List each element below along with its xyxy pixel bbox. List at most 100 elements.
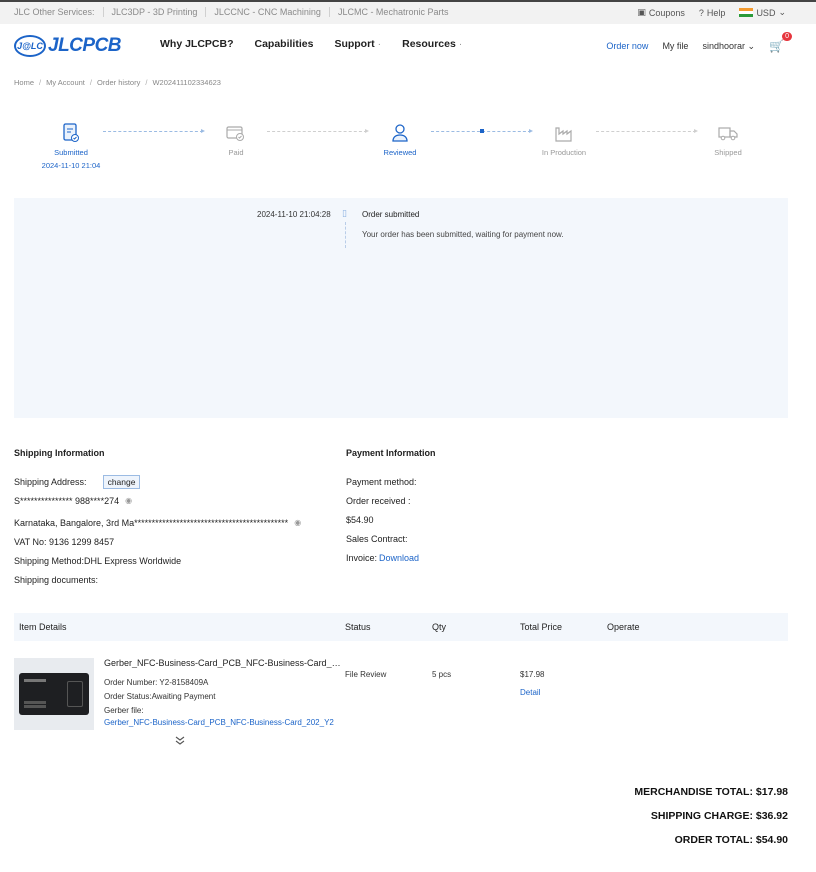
jlcpcb-logo[interactable]: J@LC JLCPCB	[14, 35, 122, 57]
breadcrumb: Home / My Account / Order history / W202411…	[14, 78, 221, 87]
item-status: File Review	[345, 670, 387, 679]
step-reviewed: Reviewed	[360, 122, 440, 157]
item-name[interactable]: Gerber_NFC-Business-Card_PCB_NFC-Busines…	[104, 658, 344, 668]
item-detail-link[interactable]: Detail	[520, 688, 540, 697]
progress-marker	[480, 129, 484, 133]
progress-connector	[596, 129, 698, 133]
merchandise-total: MERCHANDISE TOTAL: $17.98	[634, 786, 788, 798]
item-gerber-label: Gerber file:	[104, 706, 144, 715]
vat-row: VAT No: 9136 1299 8457	[14, 532, 301, 551]
item-price: $17.98	[520, 670, 545, 679]
nav-resources[interactable]: Resources	[402, 38, 462, 50]
step-date: 2024-11-10 21:04	[41, 161, 101, 170]
header-qty: Qty	[432, 622, 447, 632]
pcb-thumbnail[interactable]	[14, 658, 94, 730]
table-row: Gerber_NFC-Business-Card_PCB_NFC-Busines…	[14, 654, 788, 754]
step-submitted: Submitted 2024-11-10 21:04	[31, 122, 111, 170]
my-file-link[interactable]: My file	[662, 41, 688, 51]
eye-icon[interactable]: ◉	[294, 518, 301, 527]
timeline-line	[345, 222, 346, 248]
step-label: In Production	[541, 148, 587, 157]
nav-support[interactable]: Support	[334, 38, 381, 50]
shipping-method-row: Shipping Method:DHL Express Worldwide	[14, 551, 301, 570]
order-received-label: Order received :	[346, 495, 411, 506]
services-label: JLC Other Services:	[14, 7, 95, 17]
breadcrumb-separator: /	[145, 78, 148, 87]
invoice-row: Invoice: Download	[346, 548, 436, 567]
top-utilities: ▣ Coupons ? Help USD ⌄	[637, 7, 786, 18]
breadcrumb-my-account[interactable]: My Account	[46, 78, 85, 87]
breadcrumb-separator: /	[89, 78, 92, 87]
step-label: Shipped	[714, 148, 742, 157]
coupons-link[interactable]: ▣ Coupons	[637, 7, 685, 18]
main-nav: Why JLCPCB? Capabilities Support Resourc…	[160, 38, 462, 50]
step-in-production: In Production	[524, 122, 604, 157]
invoice-label: Invoice:	[346, 552, 378, 563]
vat-number: VAT No: 9136 1299 8457	[14, 536, 115, 547]
shipping-documents-row: Shipping documents:	[14, 570, 301, 589]
order-now-link[interactable]: Order now	[606, 41, 648, 51]
eye-icon[interactable]: ◉	[125, 496, 132, 505]
step-shipped: Shipped	[688, 122, 768, 157]
user-name: sindhoorar	[702, 40, 745, 51]
order-received-value-row: $54.90	[346, 510, 436, 529]
help-link[interactable]: ? Help	[699, 7, 726, 18]
cart-button[interactable]: 🛒 0	[769, 32, 792, 53]
invoice-download-link[interactable]: Download	[379, 553, 419, 563]
payment-card-icon	[225, 122, 247, 144]
progress-connector	[267, 129, 369, 133]
item-qty: 5 pcs	[432, 670, 452, 679]
india-flag-icon	[739, 8, 754, 17]
recipient-masked: S*************** 988****274	[14, 495, 120, 506]
help-label: Help	[706, 7, 726, 18]
header-total-price: Total Price	[520, 622, 563, 632]
submitted-icon	[60, 122, 82, 144]
logo-text: JLCPCB	[48, 35, 122, 56]
timeline-description: Your order has been submitted, waiting f…	[362, 230, 564, 239]
breadcrumb-home[interactable]: Home	[14, 78, 34, 87]
factory-icon	[553, 122, 575, 144]
breadcrumb-current-order: W202411102334623	[152, 78, 221, 87]
nav-capabilities[interactable]: Capabilities	[255, 38, 314, 50]
shipping-information: Shipping Information Shipping Address: c…	[14, 448, 301, 589]
order-received-row: Order received :	[346, 491, 436, 510]
currency-label: USD	[756, 7, 776, 18]
breadcrumb-order-history[interactable]: Order history	[97, 78, 140, 87]
item-order-status: Order Status:Awaiting Payment	[104, 692, 216, 701]
shipping-documents: Shipping documents:	[14, 574, 99, 585]
service-link-3dp[interactable]: JLC3DP - 3D Printing	[102, 7, 206, 17]
service-link-mc[interactable]: JLCMC - Mechatronic Parts	[328, 7, 457, 17]
payment-method-row: Payment method:	[346, 472, 436, 491]
timeline-doc-icon: ▯	[342, 208, 347, 218]
step-label: Paid	[228, 148, 244, 157]
order-total: ORDER TOTAL: $54.90	[674, 834, 788, 846]
sales-contract-row: Sales Contract:	[346, 529, 436, 548]
address-row: Karnataka, Bangalore, 3rd Ma************…	[14, 513, 301, 532]
progress-connector	[103, 129, 205, 133]
recipient-row: S*************** 988****274 ◉	[14, 491, 301, 510]
help-icon: ?	[698, 7, 704, 18]
coupons-label: Coupons	[648, 7, 685, 18]
truck-icon	[717, 122, 739, 144]
order-totals: MERCHANDISE TOTAL: $17.98 SHIPPING CHARG…	[634, 786, 788, 858]
nfc-card-image	[19, 673, 89, 715]
chevron-double-down-icon[interactable]	[174, 736, 186, 749]
address-masked: Karnataka, Bangalore, 3rd Ma************…	[14, 517, 289, 528]
nav-why-jlcpcb[interactable]: Why JLCPCB?	[160, 38, 234, 50]
sales-contract: Sales Contract:	[346, 533, 408, 544]
step-paid: Paid	[196, 122, 276, 157]
reviewer-icon	[389, 122, 411, 144]
currency-selector[interactable]: USD ⌄	[739, 7, 786, 18]
user-menu[interactable]: sindhoorar ⌄	[702, 41, 755, 52]
gerber-file-link[interactable]: Gerber_NFC-Business-Card_PCB_NFC-Busines…	[104, 718, 334, 727]
shipping-title: Shipping Information	[14, 448, 105, 458]
item-order-number: Order Number: Y2-8158409A	[104, 678, 209, 687]
chevron-down-icon: ⌄	[747, 40, 756, 51]
change-address-button[interactable]: change	[102, 474, 141, 489]
service-link-cnc[interactable]: JLCCNC - CNC Machining	[205, 7, 329, 17]
payment-title: Payment Information	[346, 448, 436, 458]
items-table-header: Item Details Status Qty Total Price Oper…	[14, 613, 788, 641]
header-status: Status	[345, 622, 371, 632]
cart-count-badge: 0	[782, 32, 792, 41]
payment-information: Payment Information Payment method: Orde…	[346, 448, 436, 567]
